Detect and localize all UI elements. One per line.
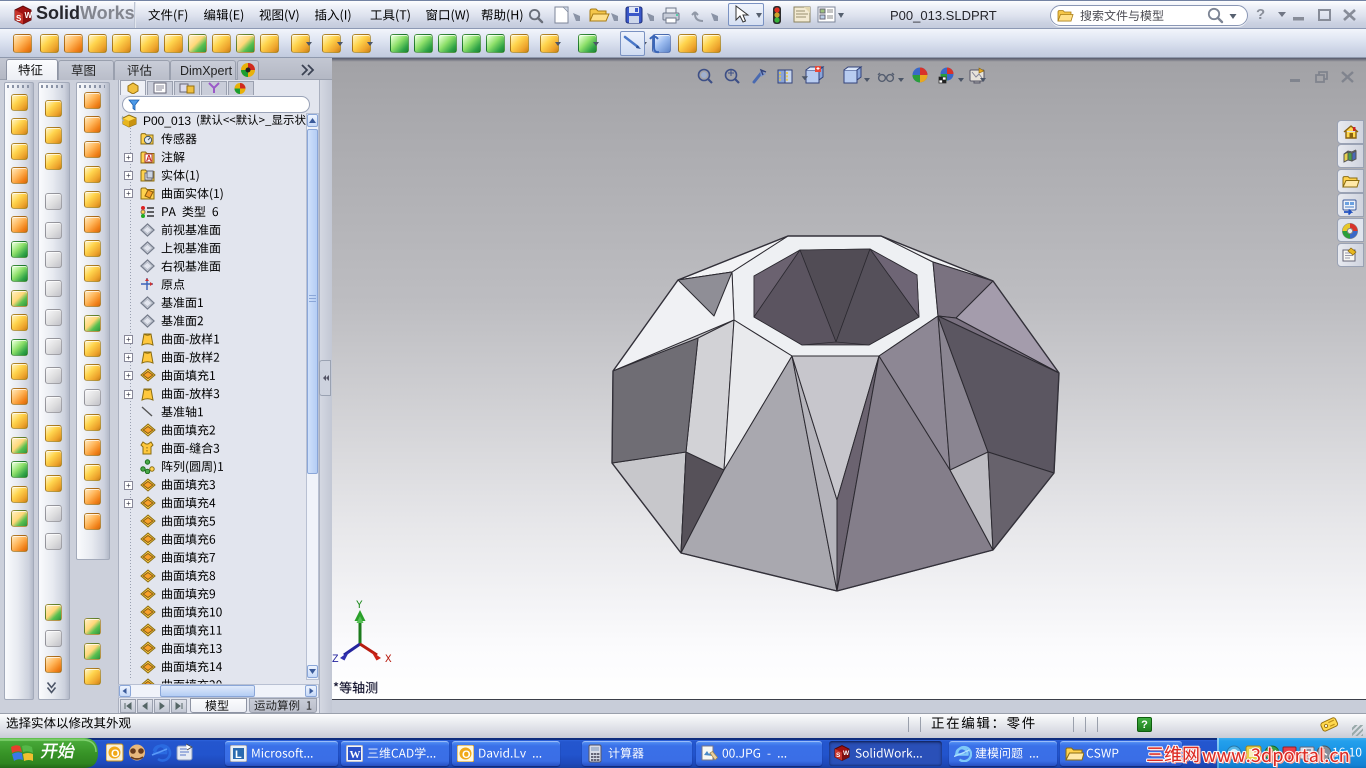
svg-text:W: W (25, 11, 33, 20)
svg-text:W: W (350, 749, 361, 761)
svg-text:Z: Z (332, 654, 339, 665)
svg-text:S: S (16, 14, 22, 23)
svg-text:O: O (111, 748, 120, 760)
svg-text:X: X (385, 654, 392, 665)
svg-text:O: O (462, 749, 471, 761)
svg-text:Y: Y (356, 600, 363, 612)
svg-text:A: A (146, 154, 152, 163)
svg-text:W: W (843, 750, 850, 757)
svg-text:S: S (836, 752, 841, 759)
svg-text:L: L (235, 749, 242, 761)
